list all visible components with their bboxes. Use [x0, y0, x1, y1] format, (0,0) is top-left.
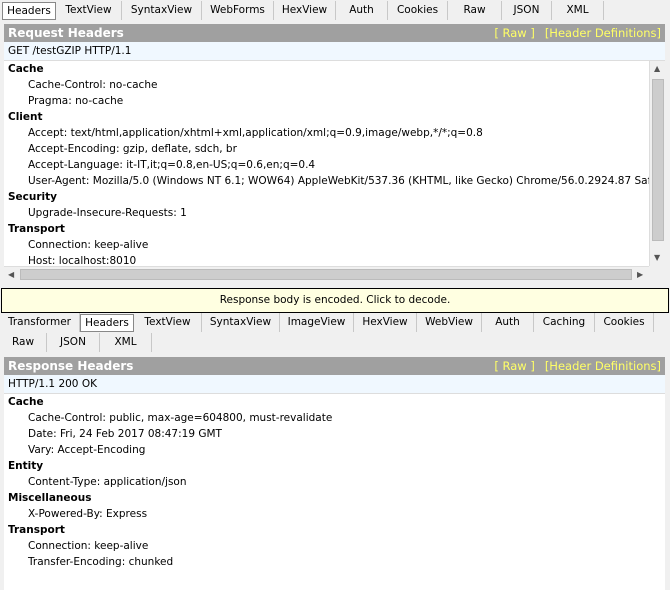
header-group[interactable]: Entity — [4, 458, 665, 474]
raw-link[interactable]: [ Raw ] — [494, 359, 534, 373]
header-item[interactable]: Upgrade-Insecure-Requests: 1 — [4, 205, 649, 221]
scroll-up-icon[interactable]: ▲ — [654, 64, 660, 73]
header-item[interactable]: X-Powered-By: Express — [4, 506, 665, 522]
tab-webforms[interactable]: WebForms — [202, 1, 274, 20]
tab-imageview[interactable]: ImageView — [280, 313, 354, 332]
vertical-scrollbar[interactable]: ▲ ▼ — [649, 61, 665, 266]
response-header-tree: Cache Cache-Control: public, max-age=6048… — [4, 394, 665, 590]
decode-notice-bar[interactable]: Response body is encoded. Click to decod… — [1, 288, 669, 313]
tab-headers[interactable]: Headers — [2, 2, 56, 20]
tab-textview[interactable]: TextView — [56, 1, 122, 20]
tab-raw[interactable]: Raw — [0, 333, 47, 352]
header-item[interactable]: User-Agent: Mozilla/5.0 (Windows NT 6.1;… — [4, 173, 649, 189]
tab-xml[interactable]: XML — [100, 333, 152, 352]
header-item[interactable]: Content-Type: application/json — [4, 474, 665, 490]
tab-auth[interactable]: Auth — [482, 313, 534, 332]
response-headers-bar: Response Headers [ Raw ] [Header Definiti… — [4, 357, 665, 375]
tab-xml[interactable]: XML — [552, 1, 604, 20]
tab-cookies[interactable]: Cookies — [388, 1, 448, 20]
tab-hexview[interactable]: HexView — [274, 1, 336, 20]
header-item[interactable]: Date: Fri, 24 Feb 2017 08:47:19 GMT — [4, 426, 665, 442]
scroll-right-icon[interactable]: ▶ — [637, 270, 643, 279]
tab-syntaxview[interactable]: SyntaxView — [202, 313, 280, 332]
response-headers-title: Response Headers — [8, 359, 134, 373]
response-tabs-row2: Raw JSON XML — [0, 333, 152, 353]
header-item[interactable]: Connection: keep-alive — [4, 237, 649, 253]
header-definitions-link[interactable]: [Header Definitions] — [545, 359, 661, 373]
header-group[interactable]: Transport — [4, 221, 649, 237]
tab-hexview[interactable]: HexView — [354, 313, 417, 332]
tab-caching[interactable]: Caching — [534, 313, 595, 332]
header-group[interactable]: Cache — [4, 61, 649, 77]
tab-auth[interactable]: Auth — [336, 1, 388, 20]
tab-headers[interactable]: Headers — [80, 314, 134, 332]
header-item[interactable]: Accept-Encoding: gzip, deflate, sdch, br — [4, 141, 649, 157]
header-group[interactable]: Miscellaneous — [4, 490, 665, 506]
horizontal-scrollbar[interactable]: ◀ ▶ — [4, 266, 649, 282]
tab-json[interactable]: JSON — [502, 1, 552, 20]
header-item[interactable]: Accept-Language: it-IT,it;q=0.8,en-US;q=… — [4, 157, 649, 173]
header-item[interactable]: Vary: Accept-Encoding — [4, 442, 665, 458]
request-tabs: Headers TextView SyntaxView WebForms HexView… — [2, 1, 604, 21]
tab-raw[interactable]: Raw — [448, 1, 502, 20]
raw-link[interactable]: [ Raw ] — [494, 26, 534, 40]
header-group[interactable]: Security — [4, 189, 649, 205]
header-group[interactable]: Transport — [4, 522, 665, 538]
request-line: GET /testGZIP HTTP/1.1 — [4, 42, 665, 61]
scroll-thumb[interactable] — [652, 79, 664, 241]
header-item[interactable]: Cache-Control: no-cache — [4, 77, 649, 93]
tab-textview[interactable]: TextView — [134, 313, 202, 332]
request-header-tree: Cache Cache-Control: no-cache Pragma: no-c… — [4, 61, 649, 266]
header-item[interactable]: Cache-Control: public, max-age=604800, m… — [4, 410, 665, 426]
status-line: HTTP/1.1 200 OK — [4, 375, 665, 394]
tab-cookies[interactable]: Cookies — [595, 313, 654, 332]
scroll-thumb[interactable] — [20, 269, 632, 280]
header-item[interactable]: Accept: text/html,application/xhtml+xml,… — [4, 125, 649, 141]
tab-webview[interactable]: WebView — [417, 313, 482, 332]
response-tabs: Transformer Headers TextView SyntaxView Imag… — [0, 313, 654, 333]
request-headers-bar: Request Headers [ Raw ] [Header Definitio… — [4, 24, 665, 42]
scroll-down-icon[interactable]: ▼ — [654, 253, 660, 262]
header-item[interactable]: Host: localhost:8010 — [4, 253, 649, 266]
tab-transformer[interactable]: Transformer — [0, 313, 80, 332]
tab-json[interactable]: JSON — [47, 333, 100, 352]
header-item[interactable]: Connection: keep-alive — [4, 538, 665, 554]
header-group[interactable]: Client — [4, 109, 649, 125]
request-headers-title: Request Headers — [8, 26, 124, 40]
header-group[interactable]: Cache — [4, 394, 665, 410]
tab-syntaxview[interactable]: SyntaxView — [122, 1, 202, 20]
scroll-left-icon[interactable]: ◀ — [8, 270, 14, 279]
header-definitions-link[interactable]: [Header Definitions] — [545, 26, 661, 40]
header-item[interactable]: Pragma: no-cache — [4, 93, 649, 109]
header-item[interactable]: Transfer-Encoding: chunked — [4, 554, 665, 570]
